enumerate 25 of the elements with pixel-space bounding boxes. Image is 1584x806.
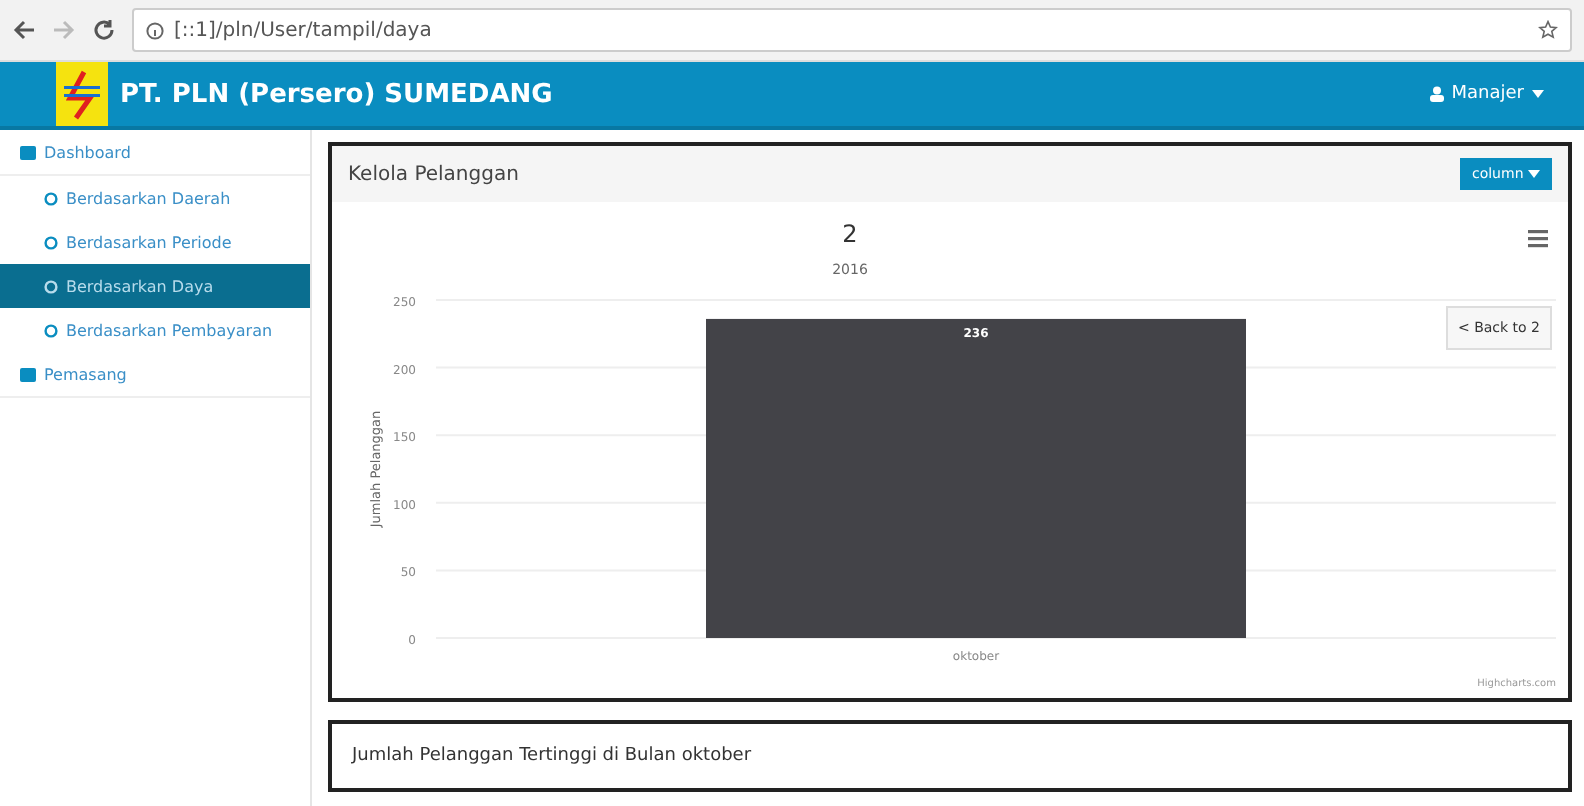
star-icon[interactable] [1538,20,1558,40]
sidebar-item[interactable]: Dashboard [0,130,310,176]
sidebar-item[interactable]: Pemasang [0,352,310,398]
site-title: PT. PLN (Persero) SUMEDANG [120,79,553,109]
sidebar-item[interactable]: Berdasarkan Daya [0,264,310,308]
user-menu[interactable]: Manajer [1417,82,1556,106]
info-icon [146,21,164,39]
caret-icon [1528,170,1540,178]
circle-icon [44,323,58,337]
circle-icon [44,191,58,205]
sidebar-item[interactable]: Berdasarkan Pembayaran [0,308,310,352]
user-icon [1429,86,1444,102]
reload-icon[interactable] [92,18,116,42]
menu-icon[interactable] [1528,230,1548,248]
circle-icon [44,235,58,249]
chart-title: 2 [842,220,858,248]
info-text: Jumlah Pelanggan Tertinggi di Bulan oktober [352,746,752,766]
sidebar-item[interactable]: Berdasarkan Periode [0,220,310,264]
panel-title: Kelola Pelanggan [348,163,519,185]
logo-icon [56,62,108,126]
circle-icon [44,279,58,293]
sidebar-item[interactable]: Berdasarkan Daerah [0,176,310,220]
address-bar[interactable]: [::1]/pln/User/tampil/daya [132,8,1572,52]
caret-icon [1532,90,1544,98]
back-icon[interactable] [12,18,36,42]
